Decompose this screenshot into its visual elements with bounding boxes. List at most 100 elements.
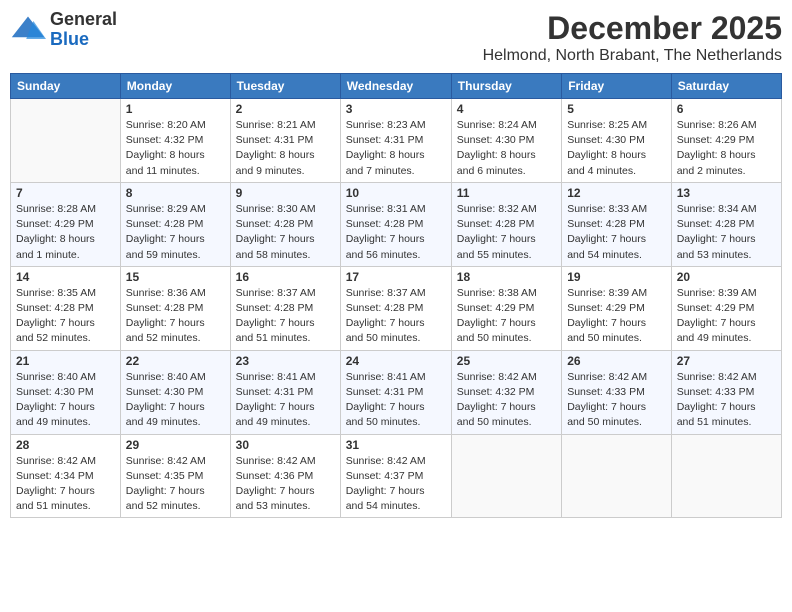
day-info: Sunrise: 8:40 AMSunset: 4:30 PMDaylight:… — [126, 370, 225, 431]
weekday-header-sunday: Sunday — [11, 74, 121, 99]
weekday-header-row: SundayMondayTuesdayWednesdayThursdayFrid… — [11, 74, 782, 99]
calendar-cell: 16 Sunrise: 8:37 AMSunset: 4:28 PMDayligh… — [230, 266, 340, 350]
day-number: 1 — [126, 102, 225, 116]
calendar-cell: 29Sunrise: 8:42 AMSunset: 4:35 PMDayligh… — [120, 434, 230, 518]
day-info: Sunrise: 8:20 AMSunset: 4:32 PMDaylight:… — [126, 118, 225, 179]
calendar-cell — [562, 434, 672, 518]
day-info: Sunrise: 8:33 AMSunset: 4:28 PMDaylight:… — [567, 202, 666, 263]
calendar-cell: 12 Sunrise: 8:33 AMSunset: 4:28 PMDayligh… — [562, 182, 672, 266]
page-header: General Blue December 2025 Helmond, Nort… — [10, 10, 782, 65]
day-info: Sunrise: 8:41 AMSunset: 4:31 PMDaylight:… — [236, 370, 335, 431]
calendar-cell: 2 Sunrise: 8:21 AMSunset: 4:31 PMDaylight… — [230, 99, 340, 183]
logo-general: General — [50, 10, 117, 30]
month-title: December 2025 — [483, 10, 782, 47]
location: Helmond, North Brabant, The Netherlands — [483, 47, 782, 65]
day-number: 4 — [457, 102, 556, 116]
calendar-cell: 5 Sunrise: 8:25 AMSunset: 4:30 PMDaylight… — [562, 99, 672, 183]
day-number: 31 — [346, 438, 446, 452]
calendar-cell: 23 Sunrise: 8:41 AMSunset: 4:31 PMDayligh… — [230, 350, 340, 434]
day-info: Sunrise: 8:31 AMSunset: 4:28 PMDaylight:… — [346, 202, 446, 263]
day-info: Sunrise: 8:42 AMSunset: 4:36 PMDaylight:… — [236, 454, 335, 515]
calendar-cell: 31Sunrise: 8:42 AMSunset: 4:37 PMDayligh… — [340, 434, 451, 518]
week-row-3: 14Sunrise: 8:35 AMSunset: 4:28 PMDayligh… — [11, 266, 782, 350]
day-info: Sunrise: 8:37 AMSunset: 4:28 PMDaylight:… — [236, 286, 335, 347]
calendar-cell: 28Sunrise: 8:42 AMSunset: 4:34 PMDayligh… — [11, 434, 121, 518]
calendar-cell: 24Sunrise: 8:41 AMSunset: 4:31 PMDayligh… — [340, 350, 451, 434]
calendar-cell: 4 Sunrise: 8:24 AMSunset: 4:30 PMDaylight… — [451, 99, 561, 183]
logo-text: General Blue — [50, 10, 117, 50]
day-info: Sunrise: 8:42 AMSunset: 4:33 PMDaylight:… — [677, 370, 776, 431]
day-info: Sunrise: 8:38 AMSunset: 4:29 PMDaylight:… — [457, 286, 556, 347]
calendar-cell: 15Sunrise: 8:36 AMSunset: 4:28 PMDayligh… — [120, 266, 230, 350]
day-number: 10 — [346, 186, 446, 200]
day-number: 27 — [677, 354, 776, 368]
calendar-cell: 27 Sunrise: 8:42 AMSunset: 4:33 PMDayligh… — [671, 350, 781, 434]
weekday-header-thursday: Thursday — [451, 74, 561, 99]
day-number: 20 — [677, 270, 776, 284]
calendar-cell: 14Sunrise: 8:35 AMSunset: 4:28 PMDayligh… — [11, 266, 121, 350]
day-info: Sunrise: 8:35 AMSunset: 4:28 PMDaylight:… — [16, 286, 115, 347]
day-number: 26 — [567, 354, 666, 368]
calendar-table: SundayMondayTuesdayWednesdayThursdayFrid… — [10, 73, 782, 518]
weekday-header-tuesday: Tuesday — [230, 74, 340, 99]
calendar-cell — [11, 99, 121, 183]
calendar-cell: 25 Sunrise: 8:42 AMSunset: 4:32 PMDayligh… — [451, 350, 561, 434]
day-info: Sunrise: 8:37 AMSunset: 4:28 PMDaylight:… — [346, 286, 446, 347]
day-info: Sunrise: 8:23 AMSunset: 4:31 PMDaylight:… — [346, 118, 446, 179]
day-number: 13 — [677, 186, 776, 200]
day-number: 2 — [236, 102, 335, 116]
day-info: Sunrise: 8:30 AMSunset: 4:28 PMDaylight:… — [236, 202, 335, 263]
day-number: 18 — [457, 270, 556, 284]
calendar-cell: 20 Sunrise: 8:39 AMSunset: 4:29 PMDayligh… — [671, 266, 781, 350]
calendar-cell: 30 Sunrise: 8:42 AMSunset: 4:36 PMDayligh… — [230, 434, 340, 518]
week-row-1: 1 Sunrise: 8:20 AMSunset: 4:32 PMDaylight… — [11, 99, 782, 183]
calendar-cell: 19Sunrise: 8:39 AMSunset: 4:29 PMDayligh… — [562, 266, 672, 350]
week-row-2: 7Sunrise: 8:28 AMSunset: 4:29 PMDaylight… — [11, 182, 782, 266]
day-info: Sunrise: 8:40 AMSunset: 4:30 PMDaylight:… — [16, 370, 115, 431]
calendar-cell — [451, 434, 561, 518]
calendar-cell: 22 Sunrise: 8:40 AMSunset: 4:30 PMDayligh… — [120, 350, 230, 434]
calendar-cell: 21Sunrise: 8:40 AMSunset: 4:30 PMDayligh… — [11, 350, 121, 434]
day-info: Sunrise: 8:29 AMSunset: 4:28 PMDaylight:… — [126, 202, 225, 263]
logo-blue: Blue — [50, 30, 117, 50]
day-number: 9 — [236, 186, 335, 200]
day-number: 16 — [236, 270, 335, 284]
day-number: 5 — [567, 102, 666, 116]
day-info: Sunrise: 8:25 AMSunset: 4:30 PMDaylight:… — [567, 118, 666, 179]
day-number: 11 — [457, 186, 556, 200]
day-number: 15 — [126, 270, 225, 284]
day-number: 8 — [126, 186, 225, 200]
day-info: Sunrise: 8:26 AMSunset: 4:29 PMDaylight:… — [677, 118, 776, 179]
calendar-cell: 11 Sunrise: 8:32 AMSunset: 4:28 PMDayligh… — [451, 182, 561, 266]
calendar-cell: 9 Sunrise: 8:30 AMSunset: 4:28 PMDaylight… — [230, 182, 340, 266]
day-number: 22 — [126, 354, 225, 368]
day-number: 29 — [126, 438, 225, 452]
day-info: Sunrise: 8:32 AMSunset: 4:28 PMDaylight:… — [457, 202, 556, 263]
weekday-header-friday: Friday — [562, 74, 672, 99]
day-number: 24 — [346, 354, 446, 368]
calendar-cell: 18 Sunrise: 8:38 AMSunset: 4:29 PMDayligh… — [451, 266, 561, 350]
day-number: 17 — [346, 270, 446, 284]
calendar-cell: 17 Sunrise: 8:37 AMSunset: 4:28 PMDayligh… — [340, 266, 451, 350]
calendar-cell: 26Sunrise: 8:42 AMSunset: 4:33 PMDayligh… — [562, 350, 672, 434]
calendar-cell: 1 Sunrise: 8:20 AMSunset: 4:32 PMDaylight… — [120, 99, 230, 183]
day-number: 30 — [236, 438, 335, 452]
day-number: 25 — [457, 354, 556, 368]
calendar-cell: 3Sunrise: 8:23 AMSunset: 4:31 PMDaylight… — [340, 99, 451, 183]
day-info: Sunrise: 8:28 AMSunset: 4:29 PMDaylight:… — [16, 202, 115, 263]
day-number: 12 — [567, 186, 666, 200]
logo: General Blue — [10, 10, 117, 50]
day-number: 23 — [236, 354, 335, 368]
day-info: Sunrise: 8:21 AMSunset: 4:31 PMDaylight:… — [236, 118, 335, 179]
week-row-4: 21Sunrise: 8:40 AMSunset: 4:30 PMDayligh… — [11, 350, 782, 434]
day-info: Sunrise: 8:39 AMSunset: 4:29 PMDaylight:… — [677, 286, 776, 347]
calendar-cell: 6Sunrise: 8:26 AMSunset: 4:29 PMDaylight… — [671, 99, 781, 183]
weekday-header-saturday: Saturday — [671, 74, 781, 99]
calendar-cell: 7Sunrise: 8:28 AMSunset: 4:29 PMDaylight… — [11, 182, 121, 266]
weekday-header-wednesday: Wednesday — [340, 74, 451, 99]
day-info: Sunrise: 8:42 AMSunset: 4:32 PMDaylight:… — [457, 370, 556, 431]
day-number: 19 — [567, 270, 666, 284]
day-info: Sunrise: 8:24 AMSunset: 4:30 PMDaylight:… — [457, 118, 556, 179]
day-number: 28 — [16, 438, 115, 452]
calendar-cell: 10 Sunrise: 8:31 AMSunset: 4:28 PMDayligh… — [340, 182, 451, 266]
